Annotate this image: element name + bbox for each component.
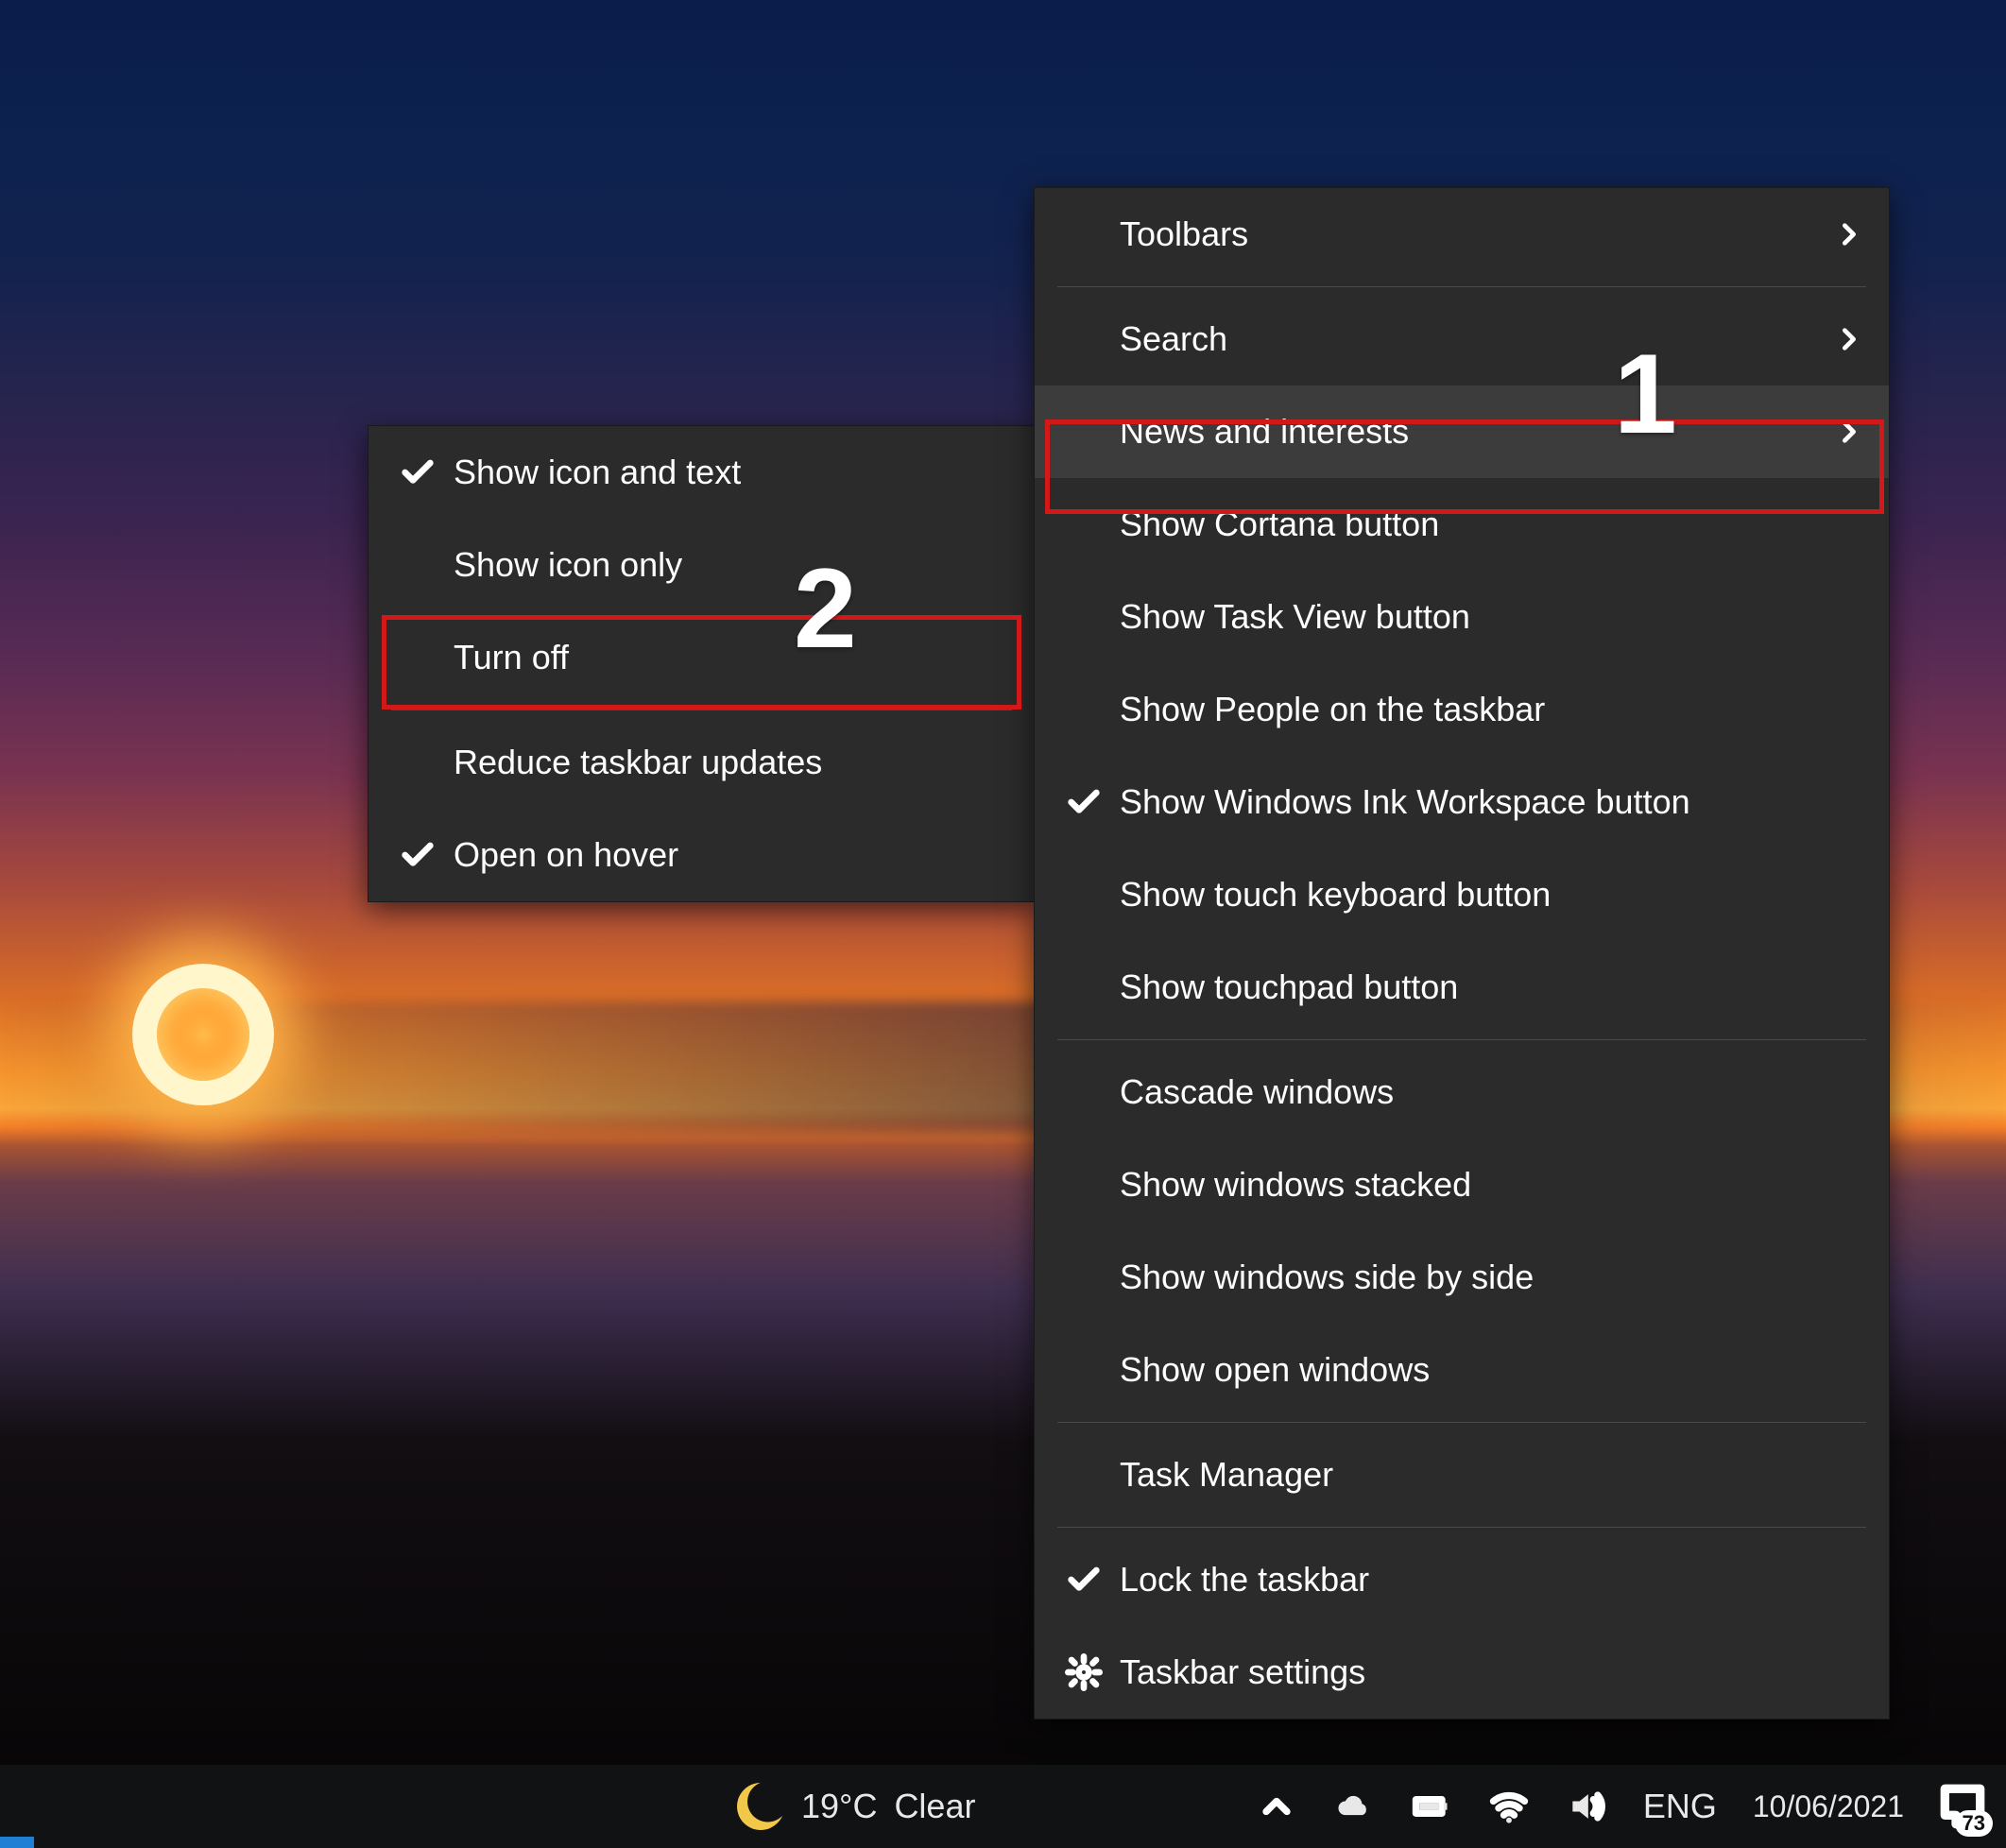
moon-icon	[737, 1783, 784, 1830]
menu-item-label: Show touch keyboard button	[1110, 875, 1862, 915]
menu-item-label: Show windows stacked	[1110, 1165, 1862, 1205]
taskbar-date[interactable]: 10/06/2021	[1736, 1789, 1936, 1824]
menu-item-people[interactable]: Show People on the taskbar	[1035, 663, 1889, 756]
menu-item-touch-keyboard[interactable]: Show touch keyboard button	[1035, 848, 1889, 941]
weather-widget[interactable]: 19°C Clear	[0, 1783, 1003, 1830]
menu-item-label: Show icon only	[444, 545, 1008, 585]
menu-item-taskview[interactable]: Show Task View button	[1035, 571, 1889, 663]
action-center-icon[interactable]: 73	[1936, 1780, 1989, 1833]
menu-item-label: Cascade windows	[1110, 1072, 1862, 1112]
weather-condition: Clear	[894, 1787, 975, 1826]
menu-item-cortana[interactable]: Show Cortana button	[1035, 478, 1889, 571]
annotation-number-2: 2	[794, 543, 857, 674]
menu-item-label: Turn off	[444, 638, 1008, 677]
menu-item-label: Show icon and text	[444, 453, 1008, 492]
news-interests-submenu: Show icon and text Show icon only Turn o…	[368, 425, 1036, 902]
menu-divider	[1057, 1422, 1866, 1423]
desktop-wallpaper: Show icon and text Show icon only Turn o…	[0, 0, 2006, 1848]
menu-item-label: Lock the taskbar	[1110, 1560, 1862, 1600]
running-app-indicator[interactable]	[0, 1837, 34, 1848]
menu-item-task-manager[interactable]: Task Manager	[1035, 1429, 1889, 1521]
menu-item-label: Taskbar settings	[1110, 1652, 1862, 1692]
volume-icon[interactable]	[1566, 1786, 1607, 1827]
menu-item-ink-workspace[interactable]: Show Windows Ink Workspace button	[1035, 756, 1889, 848]
weather-temperature: 19°C	[801, 1787, 877, 1826]
taskbar[interactable]: 19°C Clear ENG 10/06/2021 73	[0, 1765, 2006, 1848]
battery-icon[interactable]	[1411, 1786, 1452, 1827]
menu-item-lock-taskbar[interactable]: Lock the taskbar	[1035, 1533, 1889, 1626]
menu-item-toolbars[interactable]: Toolbars	[1035, 188, 1889, 281]
check-icon	[391, 453, 444, 491]
menu-item-side-by-side[interactable]: Show windows side by side	[1035, 1231, 1889, 1324]
system-tray[interactable]: ENG	[1237, 1786, 1736, 1827]
language-indicator[interactable]: ENG	[1643, 1787, 1717, 1826]
menu-item-show-icon-only[interactable]: Show icon only	[369, 519, 1035, 611]
menu-item-label: Show open windows	[1110, 1350, 1862, 1390]
check-icon	[1057, 783, 1110, 821]
menu-item-label: Toolbars	[1110, 214, 1825, 254]
wifi-icon[interactable]	[1488, 1786, 1530, 1827]
menu-divider	[1057, 1527, 1866, 1528]
menu-item-search[interactable]: Search	[1035, 293, 1889, 385]
check-icon	[391, 836, 444, 874]
menu-item-show-icon-text[interactable]: Show icon and text	[369, 426, 1035, 519]
menu-item-taskbar-settings[interactable]: Taskbar settings	[1035, 1626, 1889, 1719]
gear-icon	[1057, 1653, 1110, 1691]
menu-item-open-windows[interactable]: Show open windows	[1035, 1324, 1889, 1416]
menu-item-label: Show Task View button	[1110, 597, 1862, 637]
menu-divider	[1057, 1039, 1866, 1040]
menu-item-label: Show Windows Ink Workspace button	[1110, 782, 1862, 822]
menu-item-touchpad[interactable]: Show touchpad button	[1035, 941, 1889, 1034]
onedrive-icon[interactable]	[1333, 1786, 1375, 1827]
menu-item-label: Open on hover	[444, 835, 1008, 875]
menu-item-label: Show Cortana button	[1110, 505, 1862, 544]
menu-item-news-interests[interactable]: News and interests	[1035, 385, 1889, 478]
tray-overflow-icon[interactable]	[1256, 1786, 1297, 1827]
taskbar-context-menu: Toolbars Search News and interests Show …	[1034, 187, 1890, 1720]
menu-item-label: Reduce taskbar updates	[444, 743, 1008, 782]
menu-item-label: Show People on the taskbar	[1110, 690, 1862, 729]
check-icon	[1057, 1561, 1110, 1599]
chevron-right-icon	[1825, 326, 1862, 352]
menu-item-open-on-hover[interactable]: Open on hover	[369, 809, 1035, 901]
notification-count-badge: 73	[1955, 1810, 1993, 1837]
menu-item-cascade[interactable]: Cascade windows	[1035, 1046, 1889, 1138]
menu-item-stacked[interactable]: Show windows stacked	[1035, 1138, 1889, 1231]
menu-item-turn-off[interactable]: Turn off	[369, 611, 1035, 704]
menu-divider	[1057, 286, 1866, 287]
menu-item-label: Show windows side by side	[1110, 1258, 1862, 1297]
menu-item-label: Search	[1110, 319, 1825, 359]
wallpaper-sun	[132, 964, 274, 1105]
chevron-right-icon	[1825, 221, 1862, 248]
chevron-right-icon	[1825, 419, 1862, 445]
menu-item-label: Task Manager	[1110, 1455, 1862, 1495]
annotation-number-1: 1	[1614, 329, 1677, 459]
menu-item-label: Show touchpad button	[1110, 967, 1862, 1007]
menu-item-label: News and interests	[1110, 412, 1825, 452]
menu-item-reduce-updates[interactable]: Reduce taskbar updates	[369, 716, 1035, 809]
